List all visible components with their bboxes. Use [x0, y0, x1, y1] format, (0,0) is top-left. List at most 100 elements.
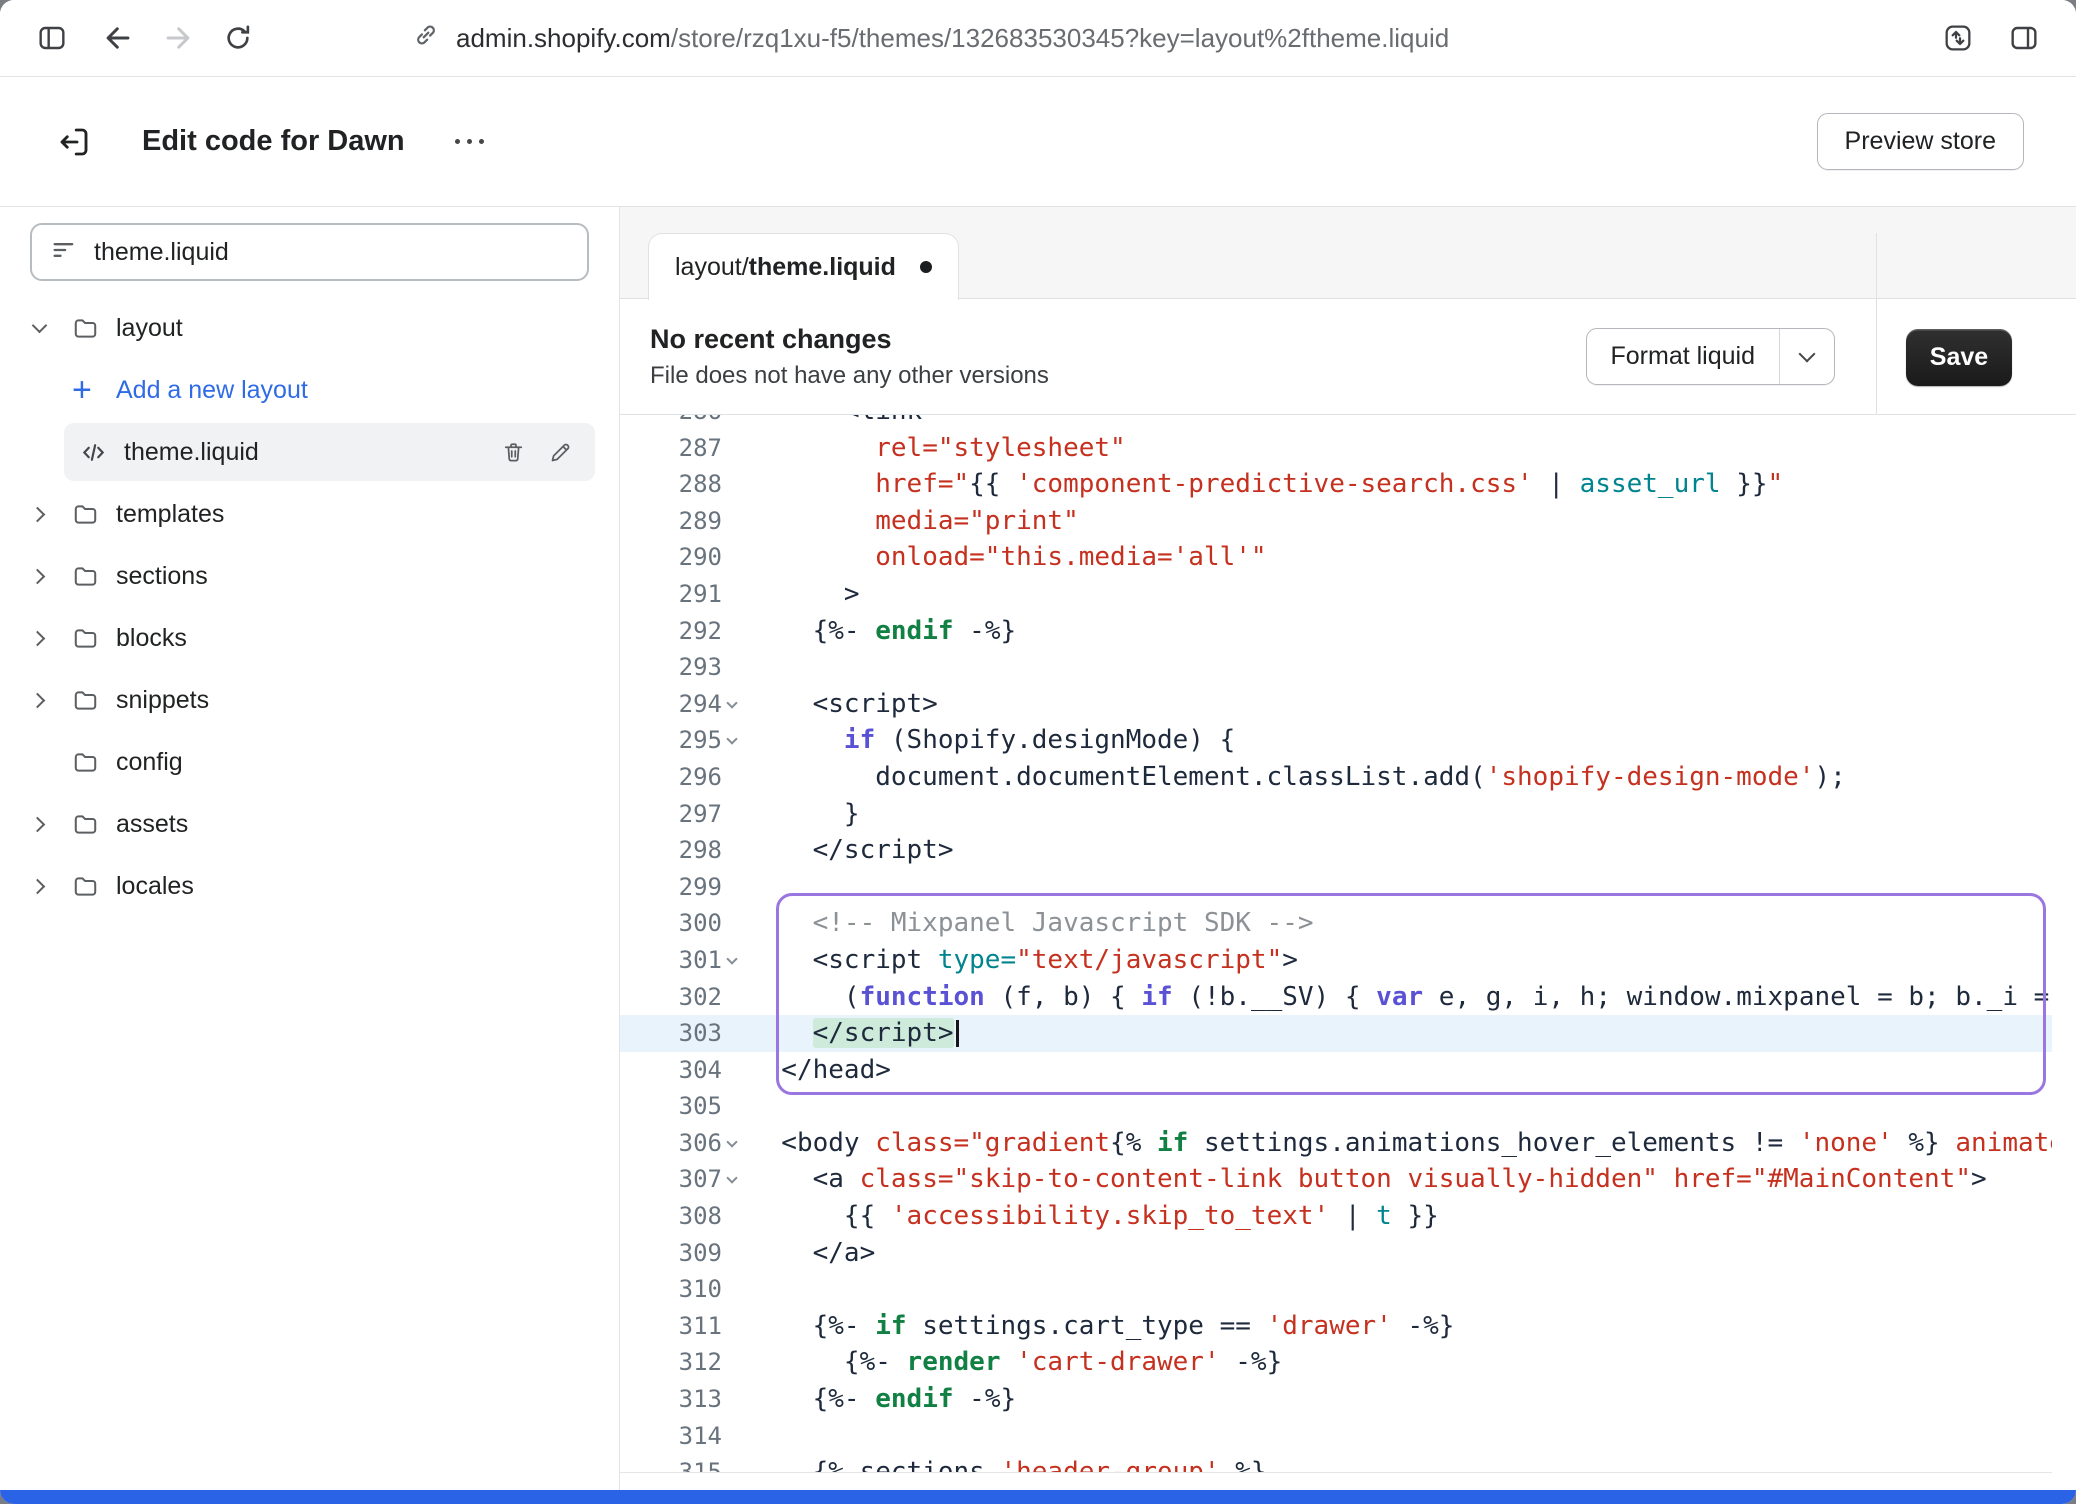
code-line-content[interactable]: [750, 1088, 2052, 1125]
sidebar-item-snippets[interactable]: snippets: [0, 669, 619, 731]
sidebar-item-layout[interactable]: layout: [0, 297, 619, 359]
line-number: 300: [620, 905, 722, 942]
sidebar-item-label: Add a new layout: [116, 376, 308, 405]
code-line-content[interactable]: </a>: [750, 1235, 2052, 1272]
fold-cell: [722, 832, 750, 869]
code-line-content[interactable]: }: [750, 796, 2052, 833]
sidebar-item-theme-liquid[interactable]: theme.liquid: [64, 423, 595, 481]
fold-cell: [722, 1454, 750, 1473]
code-line: 314: [620, 1418, 2052, 1455]
code-line-content[interactable]: <script>: [750, 686, 2052, 723]
code-line-content[interactable]: <a class="skip-to-content-link button vi…: [750, 1161, 2052, 1198]
chevron-right-icon[interactable]: [30, 568, 46, 584]
code-line: 289 media="print": [620, 503, 2052, 540]
preview-store-button[interactable]: Preview store: [1817, 113, 2024, 170]
code-line: 301 <script type="text/javascript">: [620, 942, 2052, 979]
code-line-content[interactable]: </script>: [750, 832, 2052, 869]
code-line: 299: [620, 869, 2052, 906]
extensions-icon[interactable]: [1932, 12, 1984, 64]
exit-editor-icon[interactable]: [48, 116, 100, 168]
code-line-content[interactable]: href="{{ 'component-predictive-search.cs…: [750, 466, 2052, 503]
fold-toggle-icon[interactable]: [726, 1136, 737, 1147]
status-title: No recent changes: [650, 324, 1586, 355]
chevron-cell: [34, 819, 72, 830]
format-options-toggle[interactable]: [1780, 329, 1834, 384]
line-number: 289: [620, 503, 722, 540]
code-line-content[interactable]: <script type="text/javascript">: [750, 942, 2052, 979]
code-line-content[interactable]: <body class="gradient{% if settings.anim…: [750, 1125, 2052, 1162]
unsaved-indicator: [920, 261, 932, 273]
code-line-content[interactable]: onload="this.media='all'": [750, 539, 2052, 576]
code-line: 302 (function (f, b) { if (!b.__SV) { va…: [620, 979, 2052, 1016]
code-line-content[interactable]: if (Shopify.designMode) {: [750, 722, 2052, 759]
code-line-content[interactable]: <link: [750, 415, 2052, 430]
save-button[interactable]: Save: [1906, 329, 2012, 386]
code-line: 315 {% sections 'header-group' %}: [620, 1454, 2052, 1473]
sidebar-item-label: locales: [116, 872, 194, 901]
fold-cell: [722, 613, 750, 650]
code-line-content[interactable]: [750, 649, 2052, 686]
line-number: 296: [620, 759, 722, 796]
code-line-content[interactable]: document.documentElement.classList.add('…: [750, 759, 2052, 796]
code-line-content[interactable]: </script>: [750, 1015, 2052, 1052]
forward-button[interactable]: [152, 12, 204, 64]
url-path: /store/rzq1xu-f5/themes/132683530345?key…: [671, 23, 1449, 53]
sidebar-item-add-a-new-layout[interactable]: +Add a new layout: [0, 359, 619, 421]
chevron-right-icon[interactable]: [30, 630, 46, 646]
chevron-right-icon[interactable]: [30, 878, 46, 894]
fold-cell: [722, 1088, 750, 1125]
chevron-right-icon[interactable]: [30, 506, 46, 522]
fold-toggle-icon[interactable]: [726, 734, 737, 745]
code-line-content[interactable]: {{ 'accessibility.skip_to_text' | t }}: [750, 1198, 2052, 1235]
code-line-content[interactable]: (function (f, b) { if (!b.__SV) { var e,…: [750, 979, 2052, 1016]
code-line-content[interactable]: [750, 1418, 2052, 1455]
sidebar-item-label: layout: [116, 314, 183, 343]
code-line-content[interactable]: {%- render 'cart-drawer' -%}: [750, 1344, 2052, 1381]
file-search-input[interactable]: [94, 238, 569, 267]
sidebar-item-locales[interactable]: locales: [0, 855, 619, 917]
fold-toggle-icon[interactable]: [726, 1173, 737, 1184]
code-line-content[interactable]: >: [750, 576, 2052, 613]
reload-button[interactable]: [212, 12, 264, 64]
sidebar-item-sections[interactable]: sections: [0, 545, 619, 607]
fold-toggle-icon[interactable]: [726, 697, 737, 708]
sidebar-item-assets[interactable]: assets: [0, 793, 619, 855]
code-line: 297 }: [620, 796, 2052, 833]
split-view-icon[interactable]: [1998, 12, 2050, 64]
code-line-content[interactable]: [750, 1271, 2052, 1308]
code-editor[interactable]: 286 <link287 rel="stylesheet"288 href="{…: [620, 415, 2052, 1473]
fold-cell: [722, 1198, 750, 1235]
code-line-content[interactable]: {% sections 'header-group' %}: [750, 1454, 2052, 1473]
chevron-right-icon[interactable]: [30, 692, 46, 708]
code-line-content[interactable]: </head>: [750, 1052, 2052, 1089]
code-line-content[interactable]: {%- endif -%}: [750, 1381, 2052, 1418]
code-line-content[interactable]: rel="stylesheet": [750, 430, 2052, 467]
sidebar-item-templates[interactable]: templates: [0, 483, 619, 545]
browser-toolbar: admin.shopify.com/store/rzq1xu-f5/themes…: [0, 0, 2076, 77]
more-actions-button[interactable]: [447, 122, 492, 162]
address-bar[interactable]: admin.shopify.com/store/rzq1xu-f5/themes…: [412, 21, 1932, 56]
code-line-content[interactable]: media="print": [750, 503, 2052, 540]
code-line: 286 <link: [620, 415, 2052, 430]
chevron-down-icon[interactable]: [32, 318, 48, 334]
format-liquid-button[interactable]: Format liquid: [1586, 328, 1836, 385]
sidebar-toggle-icon[interactable]: [26, 12, 78, 64]
editor-toolbar: No recent changes File does not have any…: [620, 299, 2076, 415]
rename-file-button[interactable]: [548, 440, 573, 465]
line-number: 286: [620, 415, 722, 430]
delete-file-button[interactable]: [501, 440, 526, 465]
version-status: No recent changes File does not have any…: [650, 324, 1586, 390]
sidebar-item-blocks[interactable]: blocks: [0, 607, 619, 669]
editor-tab[interactable]: layout/theme.liquid: [648, 233, 959, 300]
code-line-content[interactable]: <!-- Mixpanel Javascript SDK -->: [750, 905, 2052, 942]
page-title: Edit code for Dawn: [142, 125, 405, 158]
code-line-content[interactable]: [750, 869, 2052, 906]
url-text: admin.shopify.com/store/rzq1xu-f5/themes…: [456, 23, 1449, 54]
chevron-right-icon[interactable]: [30, 816, 46, 832]
code-line-content[interactable]: {%- if settings.cart_type == 'drawer' -%…: [750, 1308, 2052, 1345]
code-line-content[interactable]: {%- endif -%}: [750, 613, 2052, 650]
fold-toggle-icon[interactable]: [726, 953, 737, 964]
sidebar-item-config[interactable]: config: [0, 731, 619, 793]
chevron-cell: [34, 695, 72, 706]
back-button[interactable]: [92, 12, 144, 64]
